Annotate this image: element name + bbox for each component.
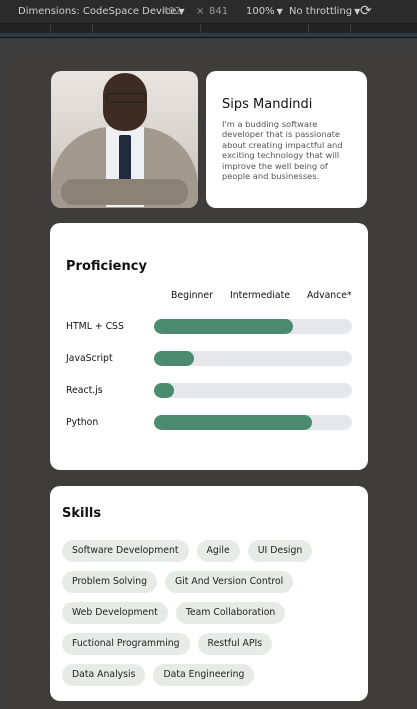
chevron-down-icon: ▼ [276, 7, 283, 16]
width-field[interactable]: 402 [162, 6, 181, 17]
level-beginner: Beginner [171, 290, 213, 301]
dimensions-select[interactable]: Dimensions: CodeSpace Device ▼ [18, 6, 185, 17]
rotate-icon[interactable]: ⟳ [360, 3, 372, 19]
proficiency-row: JavaScript [66, 351, 356, 367]
proficiency-bar [154, 383, 174, 398]
proficiency-row: Python [66, 415, 356, 431]
devtools-toolbar: Dimensions: CodeSpace Device ▼ 402 × 841 … [0, 0, 417, 24]
proficiency-title: Proficiency [66, 259, 147, 274]
skills-title: Skills [62, 506, 102, 521]
skill-chip: Git And Version Control [165, 571, 294, 593]
profile-name: Sips Mandindi [222, 97, 313, 112]
proficiency-track [154, 383, 352, 398]
zoom-label: 100% [246, 6, 275, 17]
media-query-ruler [0, 24, 417, 38]
ruler-base [0, 33, 417, 37]
times-icon: × [196, 6, 205, 17]
proficiency-row: React.js [66, 383, 356, 399]
dimensions-label: Dimensions: CodeSpace Device [18, 6, 177, 17]
zoom-select[interactable]: 100% ▼ [246, 6, 283, 17]
skill-chip: Web Development [62, 602, 168, 624]
photo-glasses [106, 93, 146, 103]
level-intermediate: Intermediate [230, 290, 290, 301]
proficiency-row: HTML + CSS [66, 319, 356, 335]
proficiency-label: HTML + CSS [66, 321, 124, 332]
skill-chip: Data Analysis [62, 664, 146, 686]
skill-chip: Restful APIs [197, 633, 273, 655]
proficiency-track [154, 319, 352, 334]
device-viewport: Sips Mandindi I'm a budding software dev… [8, 53, 410, 709]
skill-chip: Team Collaboration [175, 602, 286, 624]
profile-bio: I'm a budding software developer that is… [222, 119, 343, 182]
proficiency-label: JavaScript [66, 353, 113, 364]
proficiency-track [154, 351, 352, 366]
skill-chip: Problem Solving [62, 571, 158, 593]
proficiency-label: Python [66, 417, 99, 428]
proficiency-bar [154, 319, 293, 334]
level-advance: Advance* [307, 290, 352, 301]
throttling-label: No throttling [289, 6, 353, 17]
proficiency-track [154, 415, 352, 430]
proficiency-card: Proficiency Beginner Intermediate Advanc… [50, 223, 368, 470]
skill-chip: Data Engineering [153, 664, 255, 686]
photo-arms [61, 179, 188, 205]
throttling-select[interactable]: No throttling ▼ [289, 6, 360, 17]
skill-chip: Fuctional Programming [62, 633, 190, 655]
skill-chip: Agile [196, 540, 240, 562]
skill-chip: Software Development [62, 540, 189, 562]
skills-list: Software Development Agile UI Design Pro… [62, 540, 358, 686]
proficiency-label: React.js [66, 385, 103, 396]
profile-photo [51, 71, 198, 208]
height-field[interactable]: 841 [209, 6, 228, 17]
proficiency-bar [154, 351, 194, 366]
skill-chip: UI Design [247, 540, 313, 562]
intro-card: Sips Mandindi I'm a budding software dev… [206, 71, 367, 208]
proficiency-bar [154, 415, 313, 430]
skills-card: Skills Software Development Agile UI Des… [50, 486, 368, 701]
